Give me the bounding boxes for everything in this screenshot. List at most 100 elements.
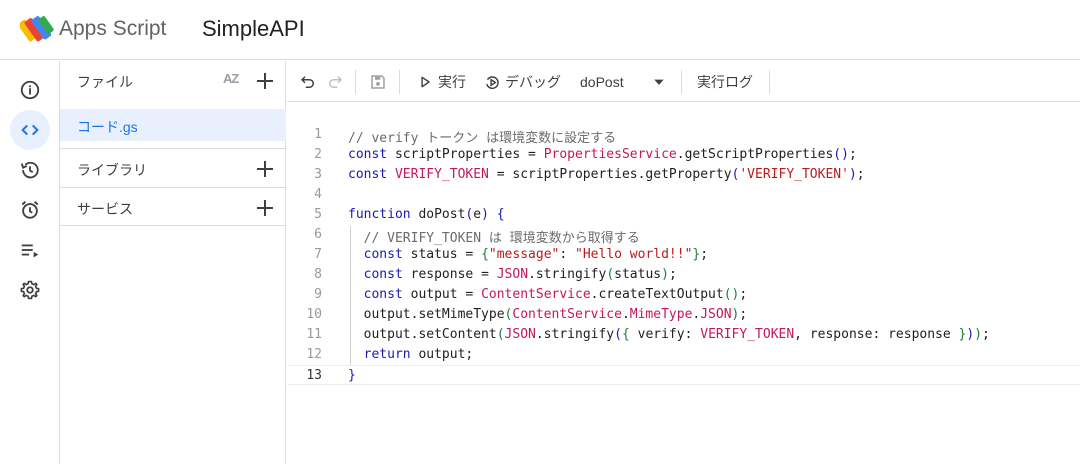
code-token: function xyxy=(348,207,411,222)
code-token: 'VERIFY_TOKEN' xyxy=(739,167,849,182)
toolbar-divider xyxy=(355,70,356,94)
sort-az-icon[interactable]: AZ xyxy=(223,71,239,86)
code-text: output.setContent(JSON.stringify({ verif… xyxy=(348,327,990,342)
run-button[interactable]: 実行 xyxy=(418,71,466,93)
code-token: ( xyxy=(606,267,615,282)
code-line[interactable]: 4 xyxy=(287,185,1080,205)
executions-button[interactable] xyxy=(10,230,50,270)
overview-button[interactable] xyxy=(10,70,50,110)
line-number: 12 xyxy=(306,347,322,362)
info-icon xyxy=(20,80,40,100)
code-text: } xyxy=(348,368,356,383)
project-title[interactable]: SimpleAPI xyxy=(202,16,305,42)
code-token: ContentService xyxy=(512,307,622,322)
code-token: status = xyxy=(402,247,482,262)
code-text: return output; xyxy=(348,347,474,362)
play-icon xyxy=(421,76,430,88)
code-token: ) xyxy=(481,207,489,222)
add-library-plus-icon[interactable] xyxy=(255,159,275,179)
code-token: scriptProperties = xyxy=(387,147,544,162)
code-token: ; xyxy=(739,307,748,322)
code-token: response = xyxy=(402,267,497,282)
settings-button[interactable] xyxy=(10,270,50,310)
code-token: : xyxy=(559,247,576,262)
code-token: // verify トークン は環境変数に設定する xyxy=(348,131,617,146)
gear-icon xyxy=(20,280,40,300)
code-token: = scriptProperties.getProperty xyxy=(488,167,732,182)
line-number: 10 xyxy=(306,307,322,322)
code-token: e xyxy=(473,207,482,222)
code-token: JSON xyxy=(496,267,529,282)
code-line[interactable]: 12 return output; xyxy=(287,345,1080,365)
code-token: JSON xyxy=(504,327,536,342)
triggers-button[interactable] xyxy=(10,190,50,230)
code-editor[interactable]: 1 // verify トークン は環境変数に設定する 2 const scriptP… xyxy=(287,102,1080,464)
dropdown-caret-icon xyxy=(654,79,664,85)
line-number: 2 xyxy=(314,147,322,162)
code-token: MimeType xyxy=(629,307,693,322)
code-token: { xyxy=(481,247,489,262)
services-section[interactable]: サービス xyxy=(60,187,286,226)
code-line[interactable]: 11 output.setContent(JSON.stringify({ ve… xyxy=(287,325,1080,345)
code-token: const xyxy=(363,267,403,282)
debug-button[interactable]: デバッグ xyxy=(484,71,561,93)
file-item[interactable]: コード.gs xyxy=(60,109,286,141)
code-token: output; xyxy=(410,347,474,362)
code-token: .getScriptProperties xyxy=(676,147,834,162)
code-line[interactable]: 6 // VERIFY_TOKEN は 環境変数から取得する xyxy=(287,225,1080,246)
code-token: verify: xyxy=(629,327,701,342)
services-label: サービス xyxy=(77,201,133,217)
run-label: 実行 xyxy=(438,74,466,90)
code-token: , response: response xyxy=(794,327,959,342)
code-token: const xyxy=(348,167,388,182)
code-text: function doPost(e) { xyxy=(348,207,505,222)
code-line[interactable]: 13} xyxy=(287,365,1080,385)
code-line[interactable]: 9 const output = ContentService.createTe… xyxy=(287,285,1080,305)
toolbar-divider xyxy=(769,70,770,94)
toolbar-divider xyxy=(399,70,400,94)
code-token: { xyxy=(621,327,630,342)
execution-log-button[interactable]: 実行ログ xyxy=(697,71,753,93)
add-file-plus-icon[interactable] xyxy=(255,71,275,91)
code-text: const response = JSON.stringify(status); xyxy=(348,267,677,282)
code-token: ; xyxy=(739,287,748,302)
libraries-section[interactable]: ライブラリ xyxy=(60,148,286,187)
save-icon xyxy=(371,75,385,89)
code-token: ; xyxy=(856,167,865,182)
code-token: } xyxy=(348,368,356,383)
code-token: const xyxy=(363,287,403,302)
editor-button[interactable] xyxy=(10,110,50,150)
redo-button[interactable] xyxy=(326,71,344,93)
code-line[interactable]: 7 const status = {"message": "Hello worl… xyxy=(287,245,1080,265)
code-line[interactable]: 8 const response = JSON.stringify(status… xyxy=(287,265,1080,285)
app-name[interactable]: Apps Script xyxy=(59,17,166,41)
code-token: output.setContent xyxy=(348,327,497,342)
add-service-plus-icon[interactable] xyxy=(255,198,275,218)
code-line[interactable]: 1 // verify トークン は環境変数に設定する xyxy=(287,125,1080,146)
line-number: 7 xyxy=(314,247,322,262)
code-token: status xyxy=(614,267,662,282)
code-text: const status = {"message": "Hello world!… xyxy=(348,247,708,262)
redo-icon xyxy=(329,76,343,88)
function-select[interactable]: doPost xyxy=(580,71,670,93)
toolbar-divider xyxy=(681,70,682,94)
code-token: ; xyxy=(848,147,857,162)
code-text: const output = ContentService.createText… xyxy=(348,287,748,302)
apps-script-logo[interactable] xyxy=(20,14,54,44)
code-text: // verify トークン は環境変数に設定する xyxy=(348,127,616,146)
alarm-icon xyxy=(21,201,39,219)
code-line[interactable]: 5 function doPost(e) { xyxy=(287,205,1080,225)
undo-button[interactable] xyxy=(299,71,317,93)
versions-button[interactable] xyxy=(10,150,50,190)
code-token: .stringify xyxy=(535,327,615,342)
left-nav-rail xyxy=(0,61,60,464)
save-button[interactable] xyxy=(369,71,387,93)
app-header: Apps Script SimpleAPI xyxy=(0,0,1080,60)
code-text: const VERIFY_TOKEN = scriptProperties.ge… xyxy=(348,167,865,182)
code-line[interactable]: 10 output.setMimeType(ContentService.Mim… xyxy=(287,305,1080,325)
code-token: () xyxy=(723,287,740,302)
code-line[interactable]: 3 const VERIFY_TOKEN = scriptProperties.g… xyxy=(287,165,1080,185)
code-line[interactable]: 2 const scriptProperties = PropertiesServ… xyxy=(287,145,1080,165)
